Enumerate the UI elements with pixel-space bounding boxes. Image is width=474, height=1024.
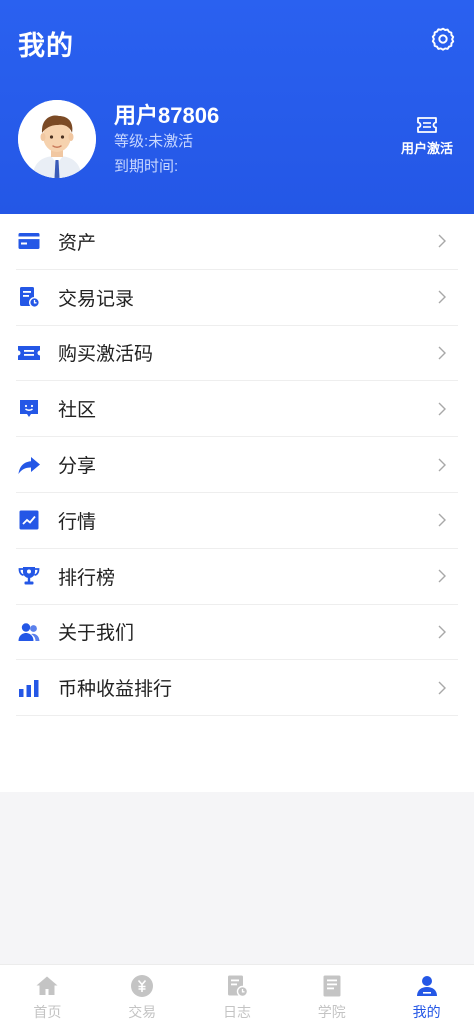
menu-item-label: 社区	[58, 400, 97, 422]
activate-label: 用户激活	[400, 141, 453, 156]
gear-icon	[431, 27, 455, 51]
menu-item-label: 交易记录	[58, 288, 135, 310]
chevron-right-icon	[438, 346, 446, 360]
menu-item-assets[interactable]: 资产	[16, 214, 458, 270]
tab-label: 学院	[317, 1004, 346, 1020]
user-level: 等级:未激活	[114, 133, 194, 150]
tab-label: 日志	[222, 1004, 251, 1020]
ticket-icon	[16, 340, 42, 366]
users-icon	[16, 619, 42, 645]
tab-trade[interactable]: 交易	[95, 965, 189, 1024]
tab-mine[interactable]: 我的	[380, 965, 474, 1024]
menu-item-label: 行情	[58, 511, 97, 533]
user-name: 用户87806	[114, 103, 220, 128]
menu-item-label: 排行榜	[58, 567, 116, 589]
market-icon	[16, 507, 42, 533]
menu-item-market[interactable]: 行情	[16, 493, 458, 549]
chevron-right-icon	[438, 625, 446, 639]
share-icon	[16, 452, 42, 478]
tab-home[interactable]: 首页	[0, 965, 94, 1024]
menu-item-community[interactable]: 社区	[16, 381, 458, 438]
menu-item-label: 关于我们	[58, 623, 135, 645]
bar-chart-icon	[16, 675, 42, 701]
page-title: 我的	[18, 31, 74, 61]
tab-log[interactable]: 日志	[190, 965, 284, 1024]
menu-item-label: 资产	[58, 232, 97, 254]
coin-icon	[129, 973, 155, 999]
menu-item-label: 币种收益排行	[58, 679, 173, 701]
menu-item-label: 分享	[58, 456, 97, 478]
home-icon	[34, 973, 60, 999]
menu-item-leaderboard[interactable]: 排行榜	[16, 549, 458, 605]
chevron-right-icon	[438, 458, 446, 472]
person-icon	[414, 973, 440, 999]
chevron-right-icon	[438, 290, 446, 304]
wallet-icon	[16, 228, 42, 254]
menu-item-label: 购买激活码	[58, 344, 154, 366]
user-expire: 到期时间:	[114, 158, 179, 175]
trophy-icon	[16, 563, 42, 589]
settings-button[interactable]	[426, 22, 460, 56]
chevron-right-icon	[438, 402, 446, 416]
menu-item-coin-ranking[interactable]: 币种收益排行	[16, 660, 458, 717]
menu-list: 资产 交易记录 购买激活码 社区 分享 行情 排行榜 关于我们 币种收益排行	[0, 214, 474, 792]
chat-icon	[16, 396, 42, 422]
menu-item-share[interactable]: 分享	[16, 437, 458, 493]
chevron-right-icon	[438, 513, 446, 527]
chevron-right-icon	[438, 681, 446, 695]
profile-header: 我的 用户87806 等级:未激活 到期时间: 用户激活	[0, 0, 474, 214]
menu-item-transactions[interactable]: 交易记录	[16, 270, 458, 326]
menu-item-buy-code[interactable]: 购买激活码	[16, 326, 458, 382]
record-icon	[16, 284, 42, 310]
log-icon	[224, 973, 250, 999]
avatar[interactable]	[18, 100, 96, 178]
book-icon	[319, 973, 345, 999]
tab-label: 交易	[128, 1004, 157, 1020]
activate-button[interactable]: 用户激活	[392, 116, 462, 166]
tab-label: 首页	[33, 1004, 62, 1020]
tab-label: 我的	[412, 1004, 441, 1020]
chevron-right-icon	[438, 569, 446, 583]
tab-academy[interactable]: 学院	[285, 965, 379, 1024]
bottom-tab-bar: 首页 交易 日志 学院 我的	[0, 964, 474, 1024]
menu-item-about[interactable]: 关于我们	[16, 605, 458, 661]
ticket-icon	[417, 117, 437, 133]
chevron-right-icon	[438, 234, 446, 248]
